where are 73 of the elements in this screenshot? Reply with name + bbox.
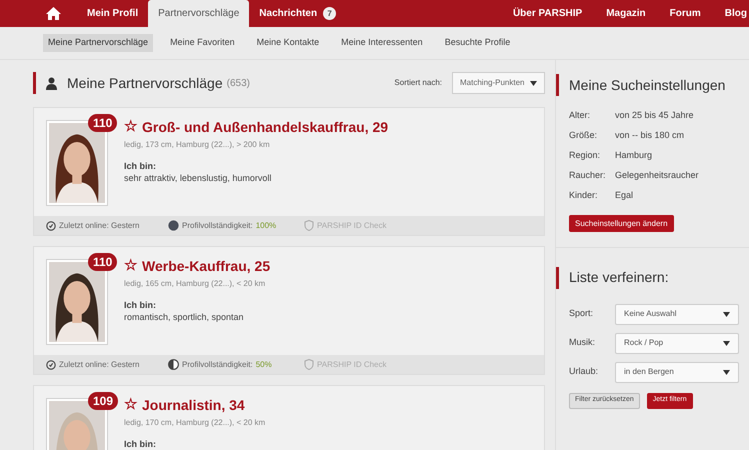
section-title: Meine Partnervorschläge — [67, 74, 223, 93]
id-check: PARSHIP ID Check — [317, 358, 387, 370]
section-title: Liste verfeinern: — [569, 268, 669, 287]
about-label: Ich bin: — [124, 160, 157, 172]
filter-dropdown[interactable]: Keine Auswahl — [615, 304, 739, 324]
person-icon — [46, 76, 57, 90]
setting-label: Größe: — [569, 129, 598, 142]
clock-icon — [46, 220, 56, 230]
completeness-value: 100% — [256, 220, 276, 232]
filter-dropdown[interactable]: in den Bergen — [615, 362, 739, 382]
id-check: PARSHIP ID Check — [317, 220, 387, 232]
profile-title[interactable]: Werbe-Kauffrau, 25 — [142, 257, 270, 276]
about-label: Ich bin: — [124, 438, 157, 450]
message-count-badge: 7 — [323, 7, 336, 20]
completeness-label: Profilvollständigkeit: — [182, 358, 253, 370]
section-title: Meine Sucheinstellungen — [569, 76, 726, 95]
setting-value: von 25 bis 45 Jahre — [615, 109, 694, 122]
score-badge: 109 — [88, 392, 118, 410]
about-label: Ich bin: — [124, 298, 157, 310]
last-online: Zuletzt online: Gestern — [59, 358, 140, 370]
score-badge: 110 — [88, 253, 118, 271]
filter-label: Urlaub: — [569, 365, 600, 378]
completeness-value: 50% — [256, 358, 272, 370]
clock-icon — [46, 360, 56, 370]
filter-dropdown[interactable]: Rock / Pop — [615, 332, 739, 354]
sub-nav-tab[interactable]: Meine Interessenten — [336, 34, 428, 52]
setting-label: Region: — [569, 149, 602, 162]
nav-tab[interactable]: Partnervorschläge — [148, 0, 250, 27]
setting-label: Kinder: — [569, 189, 599, 202]
favorite-star[interactable]: ☆ — [124, 394, 137, 416]
setting-value: von -- bis 180 cm — [615, 129, 684, 142]
score-badge: 110 — [88, 114, 118, 132]
change-settings-button[interactable]: Sucheinstellungen ändern — [569, 215, 674, 232]
setting-label: Alter: — [569, 109, 592, 122]
nav-tab[interactable]: Mein Profil — [77, 0, 148, 27]
sort-dropdown[interactable]: Matching-Punkten — [452, 72, 545, 94]
completeness-label: Profilvollständigkeit: — [182, 220, 253, 232]
setting-value: Egal — [615, 189, 634, 202]
home-icon — [46, 7, 61, 20]
sub-nav-tab[interactable]: Meine Partnervorschläge — [43, 34, 154, 52]
shield-icon — [304, 220, 314, 231]
caret-icon — [723, 370, 730, 374]
setting-value: Gelegenheitsraucher — [615, 169, 699, 182]
sort-label: Sortiert nach: — [394, 77, 442, 89]
sub-nav-tab[interactable]: Meine Favoriten — [165, 34, 240, 52]
nav-link[interactable]: Über PARSHIP — [512, 0, 582, 27]
nav-link[interactable]: Blog — [724, 0, 747, 27]
caret-icon — [530, 80, 537, 86]
setting-label: Raucher: — [569, 169, 607, 182]
filter-label: Musik: — [569, 336, 596, 350]
caret-icon — [723, 340, 730, 346]
profile-details: ledig, 173 cm, Hamburg (22...), > 200 km — [124, 138, 271, 150]
nav-link[interactable]: Magazin — [606, 0, 646, 27]
sub-nav-tab[interactable]: Besuchte Profile — [440, 34, 516, 52]
profile-details: ledig, 165 cm, Hamburg (22...), < 20 km — [124, 278, 266, 290]
about-text: romantisch, sportlich, spontan — [124, 310, 245, 324]
profile-title[interactable]: Journalistin, 34 — [142, 396, 245, 414]
filter-label: Sport: — [569, 307, 594, 320]
profile-details: ledig, 170 cm, Hamburg (22...), < 20 km — [124, 416, 266, 428]
favorite-star[interactable]: ☆ — [124, 255, 137, 278]
favorite-star[interactable]: ☆ — [124, 116, 137, 138]
half-circle-icon — [168, 359, 179, 370]
caret-icon — [723, 312, 730, 316]
about-text: sehr attraktiv, lebenslustig, humorvoll — [124, 172, 272, 185]
result-count: (653) — [226, 76, 250, 90]
nav-tab[interactable]: Nachrichten 7 — [249, 0, 346, 27]
setting-value: Hamburg — [615, 149, 652, 162]
last-online: Zuletzt online: Gestern — [59, 220, 140, 232]
shield-icon — [304, 359, 314, 370]
profile-title[interactable]: Groß- und Außenhandelskauffrau, 29 — [142, 118, 388, 136]
filled-circle-icon — [168, 220, 179, 231]
sub-nav-tab[interactable]: Meine Kontakte — [252, 34, 324, 52]
nav-link[interactable]: Forum — [670, 0, 701, 27]
